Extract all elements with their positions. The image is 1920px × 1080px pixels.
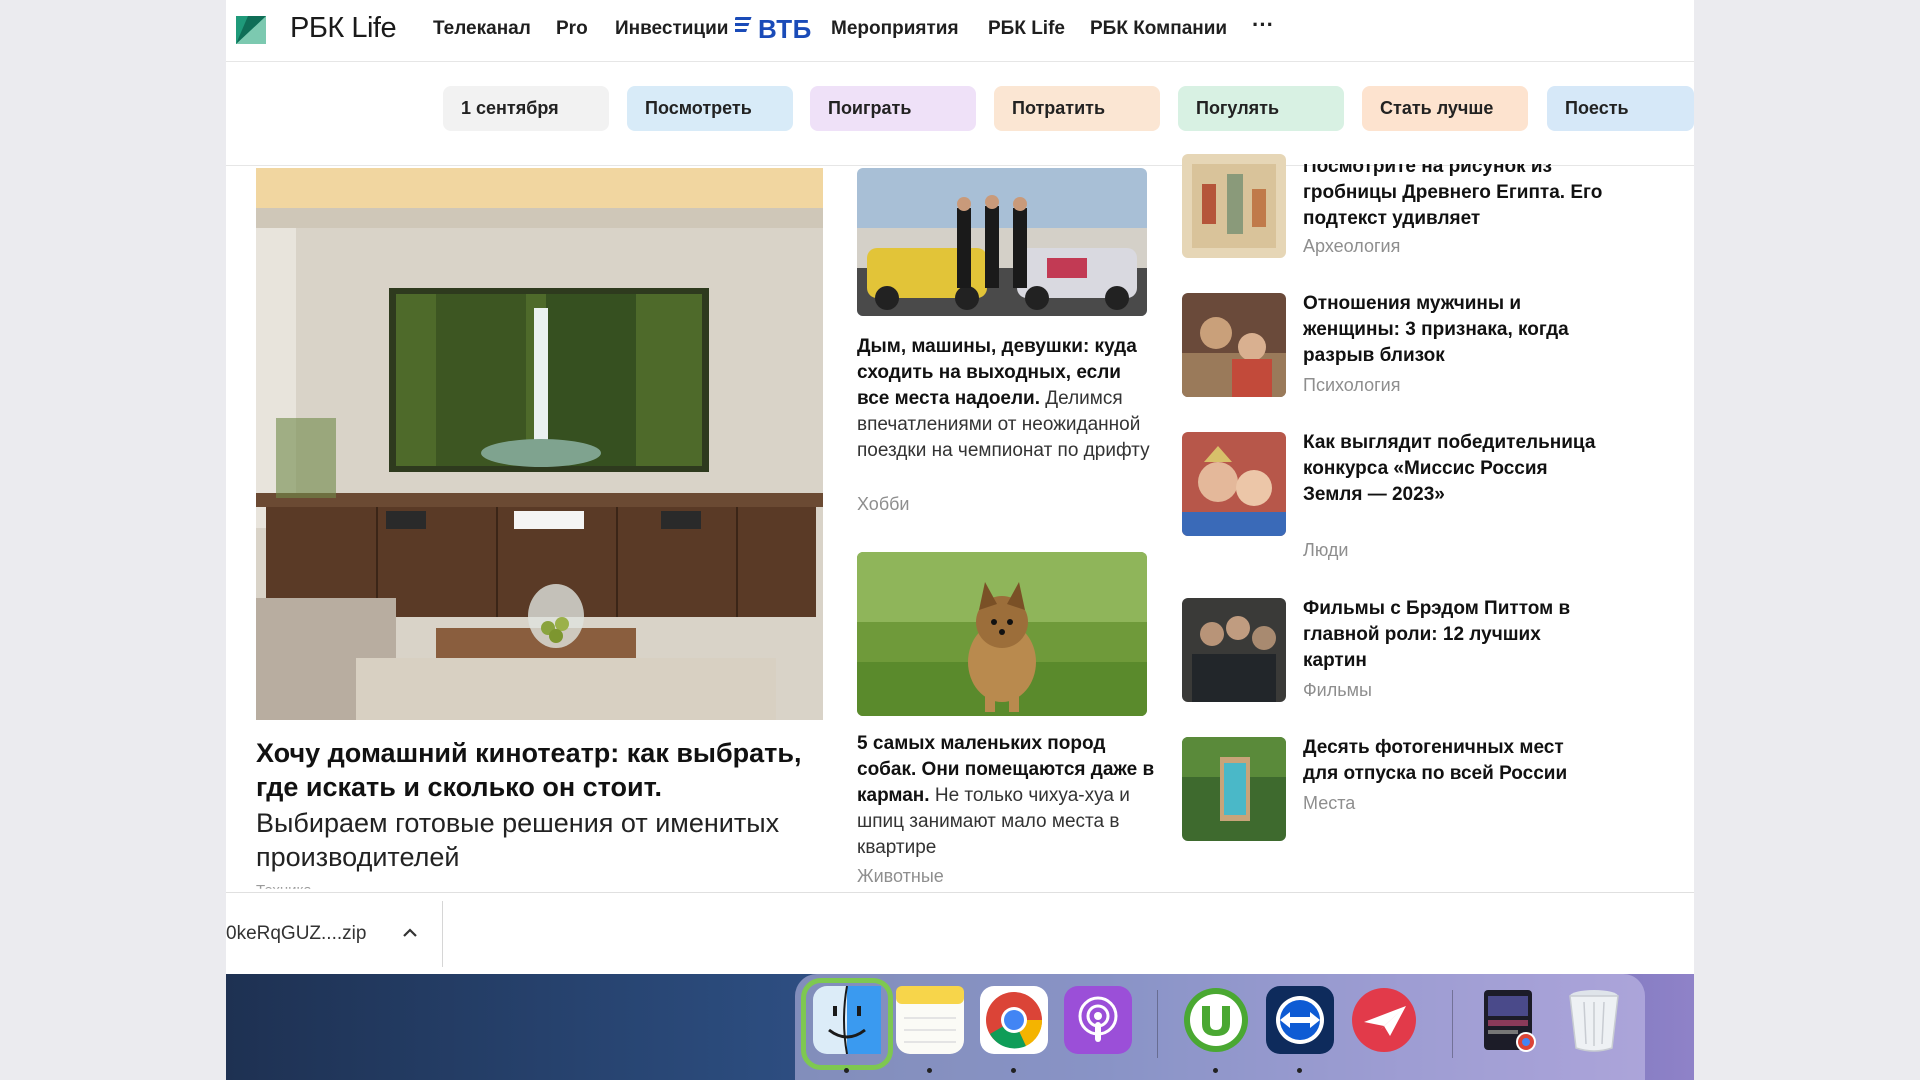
article-image-egypt[interactable] <box>1182 154 1286 258</box>
rbc-logo-icon[interactable] <box>236 16 266 44</box>
category-pill[interactable]: Поиграть <box>810 86 976 131</box>
article-title-miss-russia[interactable]: Как выглядит победительница конкурса «Ми… <box>1303 430 1603 508</box>
article-tag-psychology[interactable]: Психология <box>1303 375 1401 396</box>
article-title-relationships[interactable]: Отношения мужчины и женщины: 3 признака,… <box>1303 291 1603 369</box>
article-text-drift[interactable]: Дым, машины, девушки: куда сходить на вы… <box>857 334 1157 464</box>
article-tag-films[interactable]: Фильмы <box>1303 680 1372 701</box>
category-pill[interactable]: Поесть <box>1547 86 1694 131</box>
download-file-name[interactable]: 0keRqGUZ....zip <box>226 923 366 945</box>
hero-image-home-theater[interactable] <box>256 168 823 720</box>
category-pills: 1 сентября Посмотреть Поиграть Потратить Пог… <box>226 62 1694 166</box>
article-tag-people[interactable]: Люди <box>1303 540 1348 561</box>
vtb-logo-icon <box>735 17 752 32</box>
download-bar-divider <box>442 901 443 967</box>
nav-item-investments[interactable]: Инвестиции <box>615 18 728 40</box>
dock-separator <box>1452 990 1453 1058</box>
airmail-icon[interactable] <box>1350 986 1418 1054</box>
hero-article-title[interactable]: Хочу домашний кинотеатр: как выбрать, гд… <box>256 736 836 804</box>
utorrent-icon[interactable] <box>1182 986 1250 1054</box>
article-tag-archaeology[interactable]: Археология <box>1303 236 1400 257</box>
nav-item-rbc-life[interactable]: РБК Life <box>988 18 1065 40</box>
article-tag-hobby[interactable]: Хобби <box>857 494 910 515</box>
site-header: РБК Life Телеканал Pro Инвестиции ВТБ Ме… <box>226 0 1694 62</box>
trash-icon[interactable] <box>1560 986 1628 1054</box>
article-title-brad-pitt[interactable]: Фильмы с Брэдом Питтом в главной роли: 1… <box>1303 596 1603 674</box>
article-image-dog[interactable] <box>857 552 1147 716</box>
category-pill[interactable]: Погулять <box>1178 86 1344 131</box>
nav-item-tv[interactable]: Телеканал <box>433 18 531 40</box>
podcasts-icon[interactable] <box>1064 986 1132 1054</box>
category-pill[interactable]: Стать лучше <box>1362 86 1528 131</box>
download-bar: 0keRqGUZ....zip <box>226 892 1694 974</box>
article-image-miss-russia[interactable] <box>1182 432 1286 536</box>
category-pill[interactable]: Потратить <box>994 86 1160 131</box>
screenshot-stack-icon[interactable] <box>1476 986 1544 1054</box>
browser-window: РБК Life Телеканал Pro Инвестиции ВТБ Ме… <box>226 0 1694 1080</box>
nav-item-pro[interactable]: Pro <box>556 18 588 40</box>
article-image-brad-pitt[interactable] <box>1182 598 1286 702</box>
finder-icon[interactable] <box>813 986 881 1054</box>
article-image-places[interactable] <box>1182 737 1286 841</box>
chrome-icon[interactable] <box>980 986 1048 1054</box>
dock-running-dot <box>927 1068 932 1073</box>
article-tag-animals[interactable]: Животные <box>857 866 944 887</box>
vtb-partner-label: ВТБ <box>758 14 812 44</box>
dock-running-dot <box>1297 1068 1302 1073</box>
article-image-relationships[interactable] <box>1182 293 1286 397</box>
nav-more-button[interactable]: ··· <box>1252 12 1274 38</box>
hero-article-subtitle[interactable]: Выбираем готовые решения от именитых про… <box>256 806 836 874</box>
article-title-egypt[interactable]: Посмотрите на рисунок из гробницы Древне… <box>1303 164 1603 232</box>
notes-icon[interactable] <box>896 986 964 1054</box>
dock-separator <box>1157 990 1158 1058</box>
nav-item-events[interactable]: Мероприятия <box>831 18 959 40</box>
article-image-drift[interactable] <box>857 168 1147 316</box>
category-pill[interactable]: 1 сентября <box>443 86 609 131</box>
nav-item-rbc-companies[interactable]: РБК Компании <box>1090 18 1227 40</box>
dock-running-dot <box>844 1068 849 1073</box>
teamviewer-icon[interactable] <box>1266 986 1334 1054</box>
article-tag-places[interactable]: Места <box>1303 793 1355 814</box>
dock-running-dot <box>1213 1068 1218 1073</box>
site-logo[interactable]: РБК Life <box>290 12 397 45</box>
chevron-up-icon[interactable] <box>400 923 420 943</box>
article-title-places[interactable]: Десять фотогеничных мест для отпуска по … <box>1303 735 1603 787</box>
dock-running-dot <box>1011 1068 1016 1073</box>
category-pill[interactable]: Посмотреть <box>627 86 793 131</box>
article-text-dogs[interactable]: 5 самых маленьких пород собак. Они помещ… <box>857 731 1157 861</box>
